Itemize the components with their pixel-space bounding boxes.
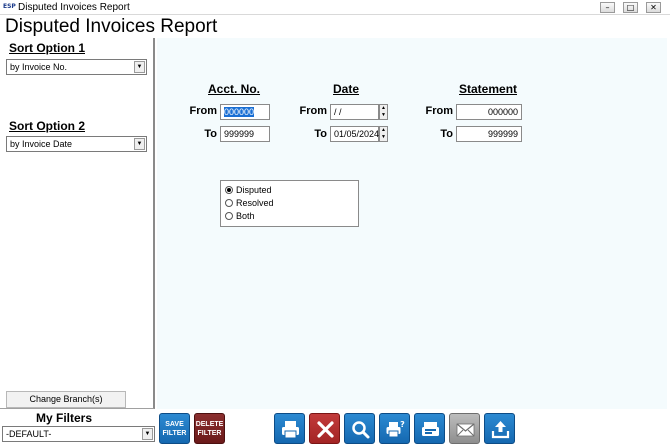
cancel-button[interactable] <box>309 413 340 444</box>
my-filters-label: My Filters <box>36 411 93 425</box>
fax-button[interactable] <box>414 413 445 444</box>
sort-options-panel: Sort Option 1 by Invoice No. ▼ Sort Opti… <box>0 38 155 409</box>
acct-from-value: 000000 <box>224 107 255 117</box>
radio-selected-icon[interactable] <box>225 186 233 194</box>
date-to-spinner[interactable]: ▲ ▼ <box>379 126 388 142</box>
radio-resolved-label: Resolved <box>236 198 274 208</box>
delete-filter-label: DELETE FILTER <box>195 421 224 437</box>
maximize-button[interactable]: □ <box>623 2 638 13</box>
radio-both-label: Both <box>236 211 255 221</box>
my-filters-value: -DEFAULT- <box>6 429 52 439</box>
cancel-icon <box>317 421 334 438</box>
sort-option-2-label: Sort Option 2 <box>9 119 85 133</box>
export-icon <box>491 421 510 439</box>
radio-disputed-label: Disputed <box>236 185 272 195</box>
date-to-input[interactable]: 01/05/2024 <box>330 126 379 142</box>
dispute-status-group: Disputed Resolved Both <box>220 180 359 227</box>
sort-option-1-select[interactable]: by Invoice No. ▼ <box>6 59 147 75</box>
date-from-input[interactable]: / / <box>330 104 379 120</box>
acct-from-label: From <box>189 105 218 117</box>
print-setup-button[interactable]: ? <box>379 413 410 444</box>
fax-icon <box>422 422 439 436</box>
save-filter-button[interactable]: SAVE FILTER <box>159 413 190 444</box>
date-header: Date <box>333 82 360 96</box>
delete-filter-button[interactable]: DELETE FILTER <box>194 413 225 444</box>
page-title: Disputed Invoices Report <box>5 16 218 37</box>
change-branch-button[interactable]: Change Branch(s) <box>6 391 126 408</box>
radio-disputed[interactable]: Disputed <box>225 184 272 197</box>
print-button[interactable] <box>274 413 305 444</box>
acct-from-input[interactable]: 000000 <box>220 104 270 120</box>
sort-option-1-value: by Invoice No. <box>10 62 68 72</box>
save-filter-label: SAVE FILTER <box>162 421 187 437</box>
print-icon <box>282 421 299 439</box>
radio-resolved[interactable]: Resolved <box>225 197 274 210</box>
print-setup-icon: ? <box>386 420 405 438</box>
acct-to-label: To <box>204 128 217 140</box>
radio-unselected-icon[interactable] <box>225 199 233 207</box>
bottom-toolbar: My Filters -DEFAULT- ▼ SAVE FILTER DELET… <box>0 409 670 447</box>
date-to-label: To <box>314 128 327 140</box>
email-icon <box>456 423 475 437</box>
acct-no-header: Acct. No. <box>208 82 261 96</box>
radio-unselected-icon[interactable] <box>225 212 233 220</box>
statement-from-label: From <box>425 105 454 117</box>
statement-to-label: To <box>440 128 453 140</box>
chevron-down-icon[interactable]: ▼ <box>142 428 153 440</box>
window-title: Disputed Invoices Report <box>18 2 130 13</box>
app-icon: ESP <box>3 3 16 10</box>
preview-button[interactable] <box>344 413 375 444</box>
chevron-down-icon[interactable]: ▼ <box>134 61 145 73</box>
date-from-spinner[interactable]: ▲ ▼ <box>379 104 388 120</box>
statement-from-input[interactable]: 000000 <box>456 104 522 120</box>
my-filters-select[interactable]: -DEFAULT- ▼ <box>2 426 155 442</box>
sort-option-2-value: by Invoice Date <box>10 139 73 149</box>
email-button[interactable] <box>449 413 480 444</box>
close-button[interactable]: ✕ <box>646 2 661 13</box>
window-titlebar: ESP Disputed Invoices Report – □ ✕ <box>0 0 670 15</box>
statement-to-input[interactable]: 999999 <box>456 126 522 142</box>
preview-icon <box>352 421 370 439</box>
statement-header: Statement <box>459 82 518 96</box>
export-button[interactable] <box>484 413 515 444</box>
radio-both[interactable]: Both <box>225 210 255 223</box>
minimize-button[interactable]: – <box>600 2 615 13</box>
date-from-label: From <box>299 105 328 117</box>
sort-option-1-label: Sort Option 1 <box>9 41 85 55</box>
acct-to-input[interactable]: 999999 <box>220 126 270 142</box>
svg-text:?: ? <box>400 420 405 429</box>
sort-option-2-select[interactable]: by Invoice Date ▼ <box>6 136 147 152</box>
chevron-down-icon[interactable]: ▼ <box>134 138 145 150</box>
